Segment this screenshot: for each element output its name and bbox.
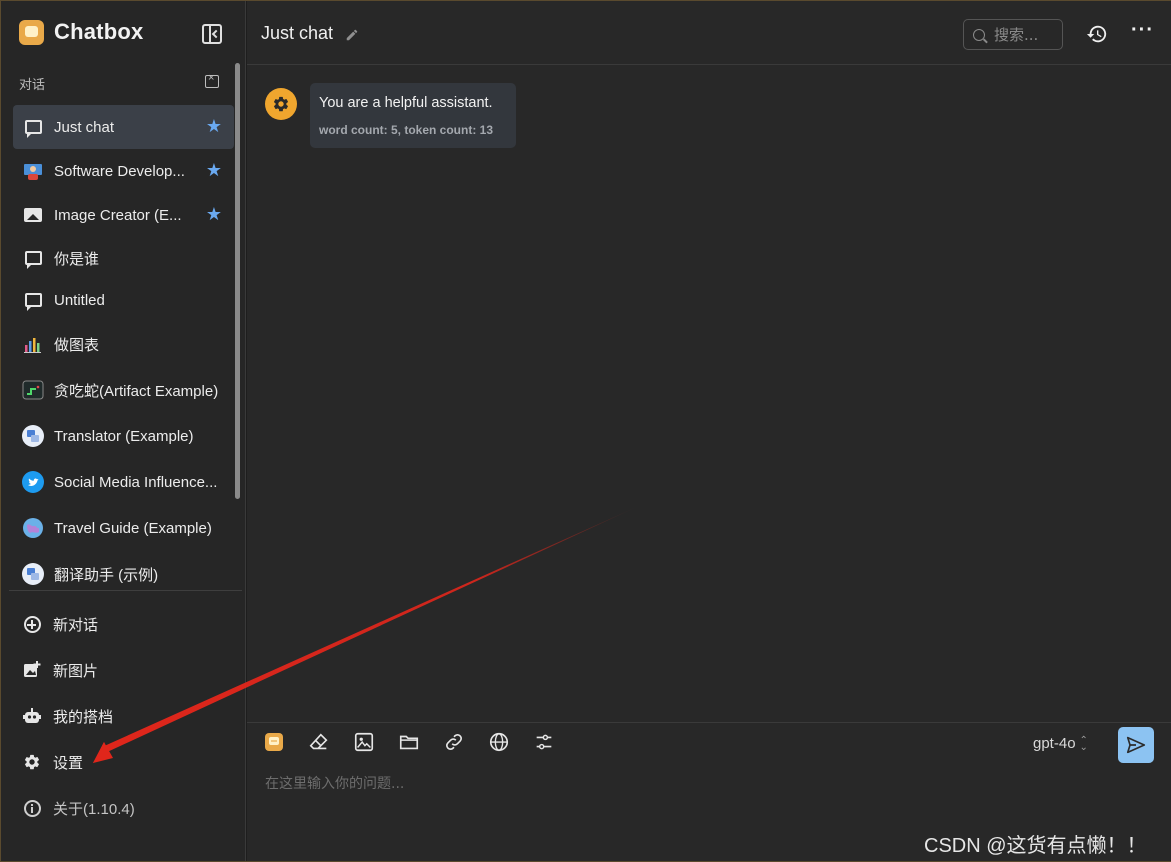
chatbox-window: Chatbox 对话 Just chat ★ Software Develop.… [0, 0, 1171, 862]
conversation-label: Image Creator (E... [54, 206, 182, 224]
star-icon[interactable]: ★ [206, 117, 222, 135]
composer-toolbar [263, 731, 578, 753]
edit-title-icon[interactable] [345, 28, 359, 42]
collapse-sidebar-icon[interactable] [202, 24, 222, 44]
conversation-item-translator[interactable]: Translator (Example) [13, 413, 234, 459]
conversation-item-who-are-you[interactable]: 你是谁 [13, 237, 234, 279]
settings-sliders-icon[interactable] [533, 731, 555, 753]
new-image-label: 新图片 [53, 662, 99, 680]
my-copilots-label: 我的搭档 [53, 708, 114, 726]
composer-divider [247, 722, 1171, 723]
gear-icon [22, 752, 42, 772]
chevron-updown-icon: ⌃ ⌄ [1079, 734, 1088, 753]
new-chat-label: 新对话 [53, 616, 99, 634]
translator-avatar-icon [22, 425, 44, 447]
chat-bubble-icon [22, 116, 44, 138]
conversation-item-snake-game[interactable]: 贪吃蛇(Artifact Example) [13, 367, 234, 413]
settings-label: 设置 [53, 754, 84, 772]
conversation-item-travel-guide[interactable]: Travel Guide (Example) [13, 505, 234, 551]
link-icon[interactable] [443, 731, 465, 753]
web-browsing-globe-icon[interactable] [488, 731, 510, 753]
conversation-item-just-chat[interactable]: Just chat ★ [13, 105, 234, 149]
new-chat-button[interactable]: 新对话 [13, 601, 234, 647]
translator-avatar-icon [22, 563, 44, 585]
watermark: CSDN @这货有点懒！！ [924, 835, 1147, 857]
conversation-label: 你是谁 [54, 250, 100, 268]
conversation-item-make-chart[interactable]: 做图表 [13, 321, 234, 367]
star-icon[interactable]: ★ [206, 161, 222, 179]
search-icon [973, 28, 985, 41]
new-image-button[interactable]: 新图片 [13, 647, 234, 693]
system-avatar-gear-icon [265, 88, 297, 120]
model-selector[interactable]: gpt-4o ⌃ ⌄ [1033, 735, 1088, 752]
twitter-avatar-icon [22, 471, 44, 493]
brand-title: Chatbox [54, 19, 144, 44]
send-button[interactable] [1118, 727, 1154, 763]
conversation-label: 翻译助手 (示例) [54, 566, 159, 584]
conversation-list: Just chat ★ Software Develop... ★ Image … [13, 105, 234, 597]
clear-conversations-icon[interactable] [205, 72, 219, 88]
globe-avatar-icon [22, 517, 44, 539]
info-icon [22, 798, 42, 818]
add-image-icon [22, 660, 42, 680]
about-button[interactable]: 关于(1.10.4) [13, 785, 234, 831]
search-box[interactable] [963, 19, 1063, 50]
conversation-label: Untitled [54, 291, 105, 309]
message-input[interactable] [265, 772, 1145, 796]
developer-avatar-icon [22, 160, 44, 182]
settings-button[interactable]: 设置 [13, 739, 234, 785]
send-icon [1126, 736, 1146, 754]
my-copilots-button[interactable]: 我的搭档 [13, 693, 234, 739]
chat-main: Just chat ··· You are a helpful assistan… [247, 1, 1171, 861]
conversation-label: 做图表 [54, 336, 100, 354]
history-icon[interactable] [1086, 23, 1108, 45]
model-name: gpt-4o [1033, 735, 1076, 752]
conversation-label: Social Media Influence... [54, 473, 218, 491]
conversation-item-image-creator[interactable]: Image Creator (E... ★ [13, 193, 234, 237]
image-upload-icon[interactable] [353, 731, 375, 753]
search-input[interactable] [994, 25, 1056, 44]
conversation-label: Travel Guide (Example) [54, 519, 212, 537]
chat-bubble-icon [22, 289, 44, 311]
system-message[interactable]: You are a helpful assistant. word count:… [310, 83, 516, 148]
chat-bubble-icon [22, 247, 44, 269]
copilot-picker-button[interactable] [263, 731, 285, 753]
conversation-label: Just chat [54, 118, 115, 136]
chat-title: Just chat [261, 23, 334, 43]
chart-avatar-icon [22, 333, 44, 355]
message-text: You are a helpful assistant. [319, 95, 493, 111]
eraser-icon[interactable] [308, 731, 330, 753]
brand: Chatbox [19, 19, 143, 45]
star-icon[interactable]: ★ [206, 205, 222, 223]
chat-header: Just chat ··· [247, 1, 1171, 65]
message-stats: word count: 5, token count: 13 [319, 123, 494, 137]
image-icon [22, 204, 44, 226]
sidebar-divider [9, 590, 242, 591]
chatbox-logo-icon [19, 19, 44, 45]
folder-icon[interactable] [398, 731, 420, 753]
conversation-label: 贪吃蛇(Artifact Example) [54, 382, 219, 400]
sidebar: Chatbox 对话 Just chat ★ Software Develop.… [1, 1, 246, 861]
conversation-label: Translator (Example) [54, 427, 194, 445]
sidebar-scrollbar[interactable] [235, 63, 240, 499]
conversation-item-social-media-influencer[interactable]: Social Media Influence... [13, 459, 234, 505]
conversation-label: Software Develop... [54, 162, 185, 180]
about-label: 关于(1.10.4) [53, 800, 135, 818]
snake-avatar-icon [22, 379, 44, 401]
conversation-item-software-developer[interactable]: Software Develop... ★ [13, 149, 234, 193]
sidebar-menu: 新对话 新图片 我的搭档 设置 关于(1.10.4) [13, 601, 234, 831]
add-circle-icon [22, 614, 42, 634]
robot-icon [22, 706, 42, 726]
conversation-item-untitled[interactable]: Untitled [13, 279, 234, 321]
more-options-icon[interactable]: ··· [1131, 20, 1153, 43]
conversations-section-label: 对话 [19, 77, 46, 92]
